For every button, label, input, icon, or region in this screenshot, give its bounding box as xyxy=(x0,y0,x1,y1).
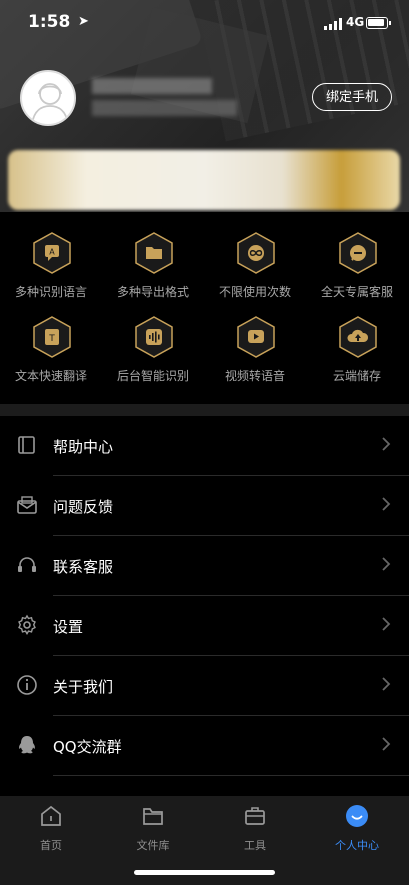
network-type: 4G xyxy=(346,15,365,29)
feature-item[interactable]: A 多种识别语言 xyxy=(0,224,102,316)
feature-item[interactable]: 后台智能识别 xyxy=(102,308,204,400)
qq-icon xyxy=(19,736,35,754)
menu-item-help-center[interactable]: 帮助中心 xyxy=(0,416,409,476)
home-icon xyxy=(41,805,61,826)
feature-label: 不限使用次数 xyxy=(218,285,291,299)
menu-item-contact-support[interactable]: 联系客服 xyxy=(0,536,409,596)
user-id-redacted xyxy=(92,100,237,116)
location-arrow-icon: ➤ xyxy=(78,14,89,29)
text-icon: T xyxy=(33,316,71,358)
chevron-right-icon xyxy=(382,677,391,691)
menu-label: 帮助中心 xyxy=(53,438,114,456)
feature-label: 多种识别语言 xyxy=(14,285,87,299)
battery-icon xyxy=(366,17,391,29)
menu-label: 问题反馈 xyxy=(53,498,114,516)
status-time: 1:58 xyxy=(28,12,71,32)
signal-icon xyxy=(324,18,342,30)
section-divider xyxy=(0,404,409,416)
menu-label: 关于我们 xyxy=(53,678,114,696)
tab-label: 文件库 xyxy=(136,839,170,852)
chat-icon xyxy=(339,232,377,274)
menu-item-qq-group[interactable]: QQ交流群 xyxy=(0,716,409,776)
feature-item[interactable]: T 文本快速翻译 xyxy=(0,308,102,400)
feature-label: 视频转语音 xyxy=(224,369,285,383)
home-indicator xyxy=(134,870,275,875)
menu-item-feedback[interactable]: 问题反馈 xyxy=(0,476,409,536)
chevron-right-icon xyxy=(382,737,391,751)
folder-icon xyxy=(135,232,173,274)
headset-icon xyxy=(18,557,36,572)
row-separator xyxy=(53,775,409,776)
tab-tools[interactable]: 工具 xyxy=(204,804,306,852)
book-icon xyxy=(18,436,35,454)
profile-icon xyxy=(346,805,368,827)
language-icon: A xyxy=(33,232,71,274)
tab-profile[interactable]: 个人中心 xyxy=(306,804,408,852)
toolbox-icon xyxy=(245,807,265,825)
feature-label: 多种导出格式 xyxy=(116,285,189,299)
status-bar: 1:58 ➤ 4G xyxy=(0,12,409,36)
tab-label: 首页 xyxy=(40,839,62,852)
menu-label: 联系客服 xyxy=(53,558,114,576)
tab-home[interactable]: 首页 xyxy=(0,804,102,852)
gear-icon xyxy=(18,614,36,635)
feature-item[interactable]: 不限使用次数 xyxy=(204,224,306,316)
cloud-upload-icon xyxy=(339,316,377,358)
feature-label: 后台智能识别 xyxy=(116,369,189,383)
folder-icon xyxy=(143,808,163,825)
tab-label: 工具 xyxy=(244,839,266,852)
mail-icon xyxy=(17,496,37,514)
membership-banner[interactable] xyxy=(8,150,400,210)
username-redacted xyxy=(92,78,212,94)
menu-label: QQ交流群 xyxy=(53,738,122,756)
waveform-icon xyxy=(135,316,173,358)
avatar[interactable] xyxy=(20,70,76,126)
feature-item[interactable]: 视频转语音 xyxy=(204,308,306,400)
feature-label: 文本快速翻译 xyxy=(14,369,87,383)
feature-item[interactable]: 全天专属客服 xyxy=(306,224,408,316)
feature-item[interactable]: 多种导出格式 xyxy=(102,224,204,316)
bind-phone-button[interactable]: 绑定手机 xyxy=(312,83,392,111)
tab-file-library[interactable]: 文件库 xyxy=(102,804,204,852)
svg-text:T: T xyxy=(48,334,55,344)
menu-item-settings[interactable]: 设置 xyxy=(0,596,409,656)
svg-text:A: A xyxy=(49,248,55,257)
info-icon xyxy=(17,675,37,695)
menu-item-about[interactable]: 关于我们 xyxy=(0,656,409,716)
chevron-right-icon xyxy=(382,437,391,451)
feature-label: 全天专属客服 xyxy=(320,285,393,299)
feature-item[interactable]: 云端储存 xyxy=(306,308,408,400)
play-icon xyxy=(237,316,275,358)
feature-label: 云端储存 xyxy=(332,369,381,383)
chevron-right-icon xyxy=(382,557,391,571)
menu-label: 设置 xyxy=(53,618,84,636)
infinity-icon xyxy=(237,232,275,274)
chevron-right-icon xyxy=(382,497,391,511)
tab-label: 个人中心 xyxy=(335,839,379,852)
features-grid: A 多种识别语言 多种导出格式 不限使用次数 全天专属客服 T 文本快速翻译 后… xyxy=(0,212,409,398)
chevron-right-icon xyxy=(382,617,391,631)
